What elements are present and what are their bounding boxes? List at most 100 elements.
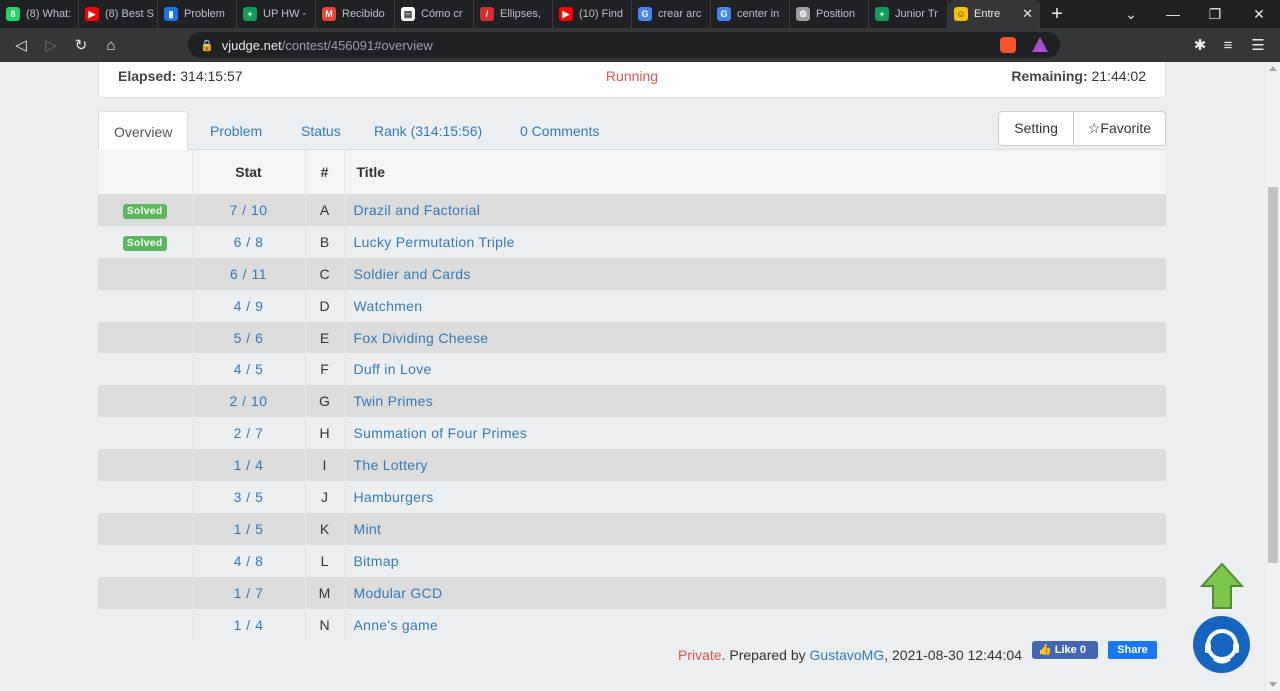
problem-title-link[interactable]: Duff in Love xyxy=(344,353,1166,385)
browser-tab[interactable]: ⚙ Position xyxy=(790,0,869,28)
reading-list-icon[interactable]: ≡ xyxy=(1214,28,1242,62)
problem-title-link[interactable]: Lucky Permutation Triple xyxy=(344,226,1166,258)
back-icon[interactable]: ◁ xyxy=(6,36,36,54)
author-link[interactable]: GustavoMG xyxy=(810,647,885,663)
setting-button[interactable]: Setting xyxy=(998,111,1074,146)
browser-tab[interactable]: 8 (8) What: xyxy=(0,0,79,28)
url-bar[interactable]: 🔒 vjudge.net/contest/456091#overview xyxy=(188,32,1060,58)
browser-tab[interactable]: ▮ Problem xyxy=(158,0,237,28)
menu-icon[interactable]: ☰ xyxy=(1244,28,1272,62)
extensions-icon[interactable]: ✱ xyxy=(1186,28,1214,62)
stat-link[interactable]: 1 / 7 xyxy=(192,576,306,609)
stat-link[interactable]: 2 / 10 xyxy=(192,385,306,418)
problem-title-link[interactable]: Modular GCD xyxy=(344,577,1166,609)
problem-title-link[interactable]: Fox Dividing Cheese xyxy=(344,322,1166,354)
tab-favicon-icon: ▤ xyxy=(401,7,415,21)
home-icon[interactable]: ⌂ xyxy=(96,37,126,54)
browser-tab[interactable]: + UP HW - xyxy=(237,0,316,28)
close-window-icon[interactable]: ✕ xyxy=(1238,0,1280,28)
browser-tab-strip: 8 (8) What: ▶ (8) Best S ▮ Problem + UP HW - M Re… xyxy=(0,0,1280,28)
favorite-button[interactable]: ☆Favorite xyxy=(1073,111,1166,146)
problem-number: I xyxy=(305,449,345,482)
stat-link[interactable]: 1 / 4 xyxy=(192,449,306,482)
problem-title-link[interactable]: Drazil and Factorial xyxy=(344,194,1166,226)
problem-number: D xyxy=(305,289,345,322)
browser-tab[interactable]: / Ellipses, xyxy=(474,0,553,28)
problem-title-link[interactable]: Summation of Four Primes xyxy=(344,417,1166,449)
problem-title-link[interactable]: Soldier and Cards xyxy=(344,258,1166,290)
browser-tab[interactable]: Gcenter in xyxy=(711,0,790,28)
solved-cell xyxy=(98,289,193,322)
table-row: 4 / 9 D Watchmen xyxy=(98,289,1166,322)
reload-icon[interactable]: ↻ xyxy=(66,36,96,54)
stat-link[interactable]: 7 / 10 xyxy=(192,194,306,226)
stat-link[interactable]: 4 / 8 xyxy=(192,544,306,577)
url-host: vjudge.net xyxy=(221,37,282,53)
tab-rank[interactable]: Rank (314:15:56) xyxy=(359,111,497,150)
table-row: 1 / 5 K Mint xyxy=(98,512,1166,545)
brave-shield-icon[interactable] xyxy=(1000,37,1016,53)
header-num: # xyxy=(305,150,345,194)
tab-status[interactable]: Status xyxy=(286,111,356,150)
page-scrollbar[interactable] xyxy=(1266,62,1280,691)
scroll-up-icon[interactable] xyxy=(1269,66,1277,71)
stat-link[interactable]: 4 / 5 xyxy=(192,353,306,386)
table-row: 2 / 7 H Summation of Four Primes xyxy=(98,417,1166,450)
problem-title-link[interactable]: Twin Primes xyxy=(344,385,1166,417)
contest-status: Running xyxy=(605,68,659,84)
prepared-by-text: . Prepared by xyxy=(721,647,810,663)
browser-tab[interactable]: ☺ Entre ✕ xyxy=(948,0,1040,28)
browser-tab[interactable]: ▶ (10) Find xyxy=(553,0,632,28)
facebook-share-button[interactable]: Share xyxy=(1108,641,1157,659)
browser-tab[interactable]: ▶ (8) Best S xyxy=(79,0,158,28)
problem-number: M xyxy=(305,576,345,609)
stat-link[interactable]: 5 / 6 xyxy=(192,321,306,354)
browser-tab[interactable]: + Junior Tr xyxy=(869,0,948,28)
brave-rewards-icon[interactable] xyxy=(1032,37,1048,52)
stat-link[interactable]: 1 / 4 xyxy=(192,608,306,641)
stat-link[interactable]: 1 / 5 xyxy=(192,512,306,545)
header-stat: Stat xyxy=(192,150,306,194)
new-tab-icon[interactable]: + xyxy=(1040,3,1074,26)
stat-link[interactable]: 6 / 11 xyxy=(192,257,306,290)
stat-link[interactable]: 6 / 8 xyxy=(192,225,306,258)
minimize-icon[interactable]: — xyxy=(1152,0,1194,28)
problem-title-link[interactable]: Hamburgers xyxy=(344,481,1166,513)
tab-favicon-icon: G xyxy=(717,7,731,21)
tab-title: (10) Find xyxy=(579,8,624,20)
solved-cell xyxy=(98,544,193,577)
stat-link[interactable]: 2 / 7 xyxy=(192,417,306,450)
scroll-down-icon[interactable] xyxy=(1269,682,1277,687)
stat-link[interactable]: 3 / 5 xyxy=(192,481,306,513)
tab-problem[interactable]: Problem xyxy=(195,111,277,150)
restore-icon[interactable]: ❐ xyxy=(1194,0,1236,28)
tab-favicon-icon: ▶ xyxy=(559,7,573,21)
problem-title-link[interactable]: Bitmap xyxy=(344,545,1166,577)
problem-title-link[interactable]: Mint xyxy=(344,513,1166,545)
contest-footer: Private. Prepared by GustavoMG, 2021-08-… xyxy=(678,647,1022,663)
tab-overview[interactable]: Overview xyxy=(98,111,189,151)
browser-tab[interactable]: M Recibido xyxy=(316,0,395,28)
support-chat-icon[interactable] xyxy=(1193,616,1250,673)
table-row: 1 / 7 M Modular GCD xyxy=(98,576,1166,609)
problem-title-link[interactable]: The Lottery xyxy=(344,449,1166,481)
problem-title-link[interactable]: Watchmen xyxy=(344,290,1166,322)
browser-tab[interactable]: Gcrear arc xyxy=(632,0,711,28)
problem-number: A xyxy=(305,194,345,226)
tab-title: Cómo cr xyxy=(421,8,463,20)
tab-favicon-icon: 8 xyxy=(6,7,20,21)
scrollbar-thumb[interactable] xyxy=(1268,187,1278,563)
problem-title-link[interactable]: Anne's game xyxy=(344,609,1166,641)
browser-tab[interactable]: ▤ Cómo cr xyxy=(395,0,474,28)
stat-link[interactable]: 4 / 9 xyxy=(192,289,306,322)
tab-favicon-icon: G xyxy=(638,7,652,21)
problem-number: F xyxy=(305,353,345,386)
scroll-top-icon[interactable] xyxy=(1200,562,1244,610)
tab-search-icon[interactable]: ⌄ xyxy=(1110,0,1152,28)
facebook-like-button[interactable]: 👍 Like 0 xyxy=(1032,641,1098,659)
forward-icon[interactable]: ▷ xyxy=(36,36,66,54)
contest-timer-panel: Elapsed: 314:15:57 Running Remaining: 21… xyxy=(98,62,1166,98)
tab-comments[interactable]: 0 Comments xyxy=(505,111,614,150)
table-row: 6 / 11 C Soldier and Cards xyxy=(98,257,1166,290)
close-tab-icon[interactable]: ✕ xyxy=(1022,6,1033,22)
